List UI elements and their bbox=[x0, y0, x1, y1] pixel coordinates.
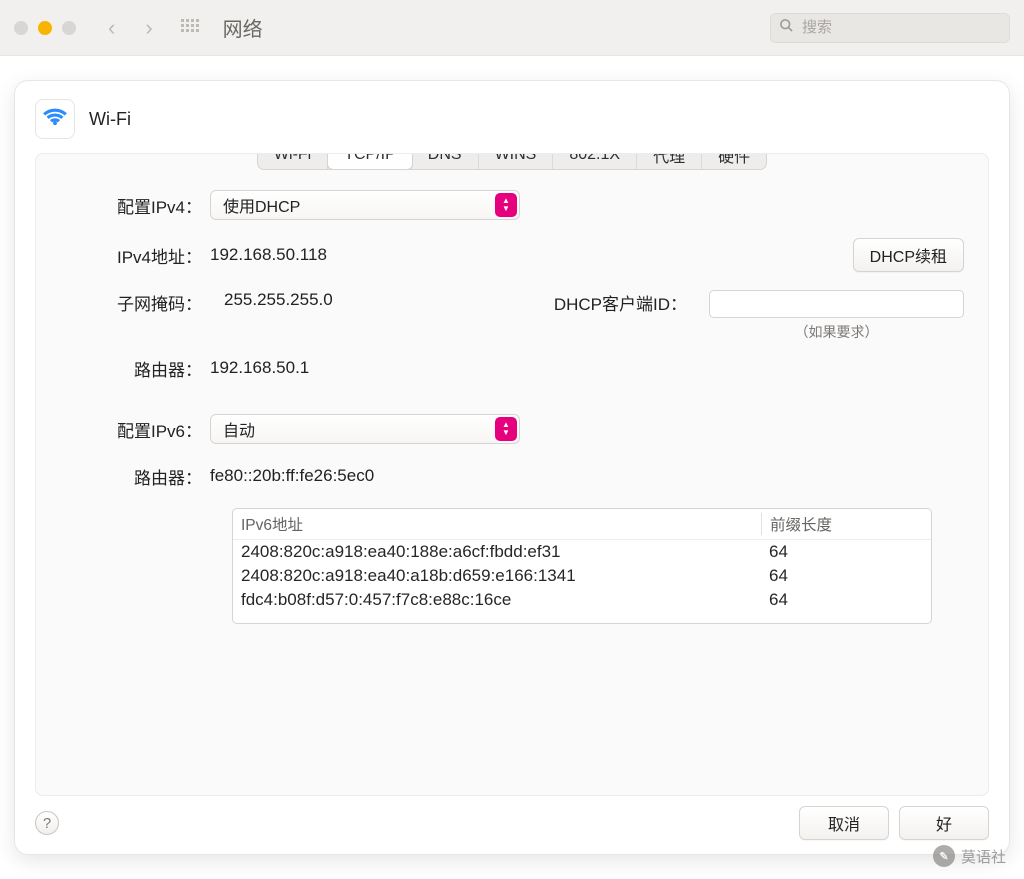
subnet-mask-value: 255.255.255.0 bbox=[224, 290, 394, 310]
search-input[interactable] bbox=[800, 18, 1003, 37]
ipv4-config-value: 使用DHCP bbox=[223, 193, 300, 217]
maximize-window-button[interactable] bbox=[62, 21, 76, 35]
cancel-button[interactable]: 取消 bbox=[799, 806, 889, 840]
tab-[interactable]: 代理 bbox=[637, 153, 702, 169]
forward-button[interactable]: › bbox=[135, 13, 162, 43]
tab-tcpip[interactable]: TCP/IP bbox=[327, 153, 413, 170]
tab-wifi[interactable]: Wi-Fi bbox=[258, 153, 328, 169]
ipv6-prefixlen-cell: 64 bbox=[761, 566, 921, 586]
tab-wins[interactable]: WINS bbox=[479, 153, 554, 169]
tab-dns[interactable]: DNS bbox=[412, 153, 479, 169]
ipv6-router-value: fe80::20b:ff:fe26:5ec0 bbox=[210, 466, 374, 486]
search-field[interactable] bbox=[770, 13, 1010, 43]
dhcp-renew-button[interactable]: DHCP续租 bbox=[853, 238, 964, 272]
ipv6-address-cell: 2408:820c:a918:ea40:a18b:d659:e166:1341 bbox=[241, 566, 761, 586]
select-arrows-icon: ▲▼ bbox=[495, 417, 517, 441]
back-button[interactable]: ‹ bbox=[98, 13, 125, 43]
ipv6-prefixlen-cell: 64 bbox=[761, 542, 921, 562]
watermark-text: 莫语社 bbox=[961, 846, 1006, 867]
dhcp-clientid-input[interactable] bbox=[709, 290, 964, 318]
network-advanced-sheet: Wi-Fi Wi-FiTCP/IPDNSWINS802.1X代理硬件 配置IPv… bbox=[14, 80, 1010, 855]
close-window-button[interactable] bbox=[14, 21, 28, 35]
dhcp-clientid-label: DHCP客户端ID： bbox=[554, 290, 695, 315]
dhcp-clientid-hint: （如果要求） bbox=[795, 322, 879, 342]
ipv4-config-select[interactable]: 使用DHCP ▲▼ bbox=[210, 190, 520, 220]
help-button[interactable]: ? bbox=[35, 811, 59, 835]
ipv6-config-value: 自动 bbox=[223, 417, 255, 441]
window-toolbar: ‹ › 网络 bbox=[0, 0, 1024, 56]
tab-bar: Wi-FiTCP/IPDNSWINS802.1X代理硬件 bbox=[257, 153, 767, 170]
traffic-lights bbox=[14, 21, 76, 35]
table-row[interactable]: 2408:820c:a918:ea40:188e:a6cf:fbdd:ef316… bbox=[233, 540, 931, 564]
ipv6-config-label: 配置IPv6： bbox=[60, 417, 210, 442]
ipv6-address-cell: 2408:820c:a918:ea40:188e:a6cf:fbdd:ef31 bbox=[241, 542, 761, 562]
ipv4-address-value: 192.168.50.118 bbox=[210, 245, 327, 265]
tab-[interactable]: 硬件 bbox=[702, 153, 766, 169]
show-all-icon[interactable] bbox=[181, 19, 199, 37]
sheet-title: Wi-Fi bbox=[89, 109, 131, 130]
ipv4-router-value: 192.168.50.1 bbox=[210, 358, 309, 378]
ipv6-address-table[interactable]: IPv6地址 前缀长度 2408:820c:a918:ea40:188e:a6c… bbox=[232, 508, 932, 624]
ipv4-address-label: IPv4地址： bbox=[60, 243, 210, 268]
watermark-icon: ✎ bbox=[933, 845, 955, 867]
ipv6-prefixlen-cell: 64 bbox=[761, 590, 921, 610]
table-row[interactable]: fdc4:b08f:d57:0:457:f7c8:e88c:16ce64 bbox=[233, 588, 931, 612]
search-icon bbox=[779, 18, 794, 37]
ipv6-router-label: 路由器： bbox=[60, 464, 210, 489]
watermark: ✎ 莫语社 bbox=[933, 845, 1006, 867]
select-arrows-icon: ▲▼ bbox=[495, 193, 517, 217]
table-row[interactable]: 2408:820c:a918:ea40:a18b:d659:e166:13416… bbox=[233, 564, 931, 588]
ipv4-router-label: 路由器： bbox=[60, 356, 210, 381]
ok-button[interactable]: 好 bbox=[899, 806, 989, 840]
ipv4-config-label: 配置IPv4： bbox=[60, 193, 210, 218]
minimize-window-button[interactable] bbox=[38, 21, 52, 35]
ipv6-col-address: IPv6地址 bbox=[241, 513, 761, 535]
ipv6-address-cell: fdc4:b08f:d57:0:457:f7c8:e88c:16ce bbox=[241, 590, 761, 610]
ipv6-config-select[interactable]: 自动 ▲▼ bbox=[210, 414, 520, 444]
window-title: 网络 bbox=[223, 13, 263, 42]
subnet-mask-label: 子网掩码： bbox=[60, 290, 210, 315]
wifi-icon bbox=[35, 99, 75, 139]
ipv6-col-prefixlen: 前缀长度 bbox=[761, 513, 921, 535]
tab-8021x[interactable]: 802.1X bbox=[553, 153, 637, 169]
